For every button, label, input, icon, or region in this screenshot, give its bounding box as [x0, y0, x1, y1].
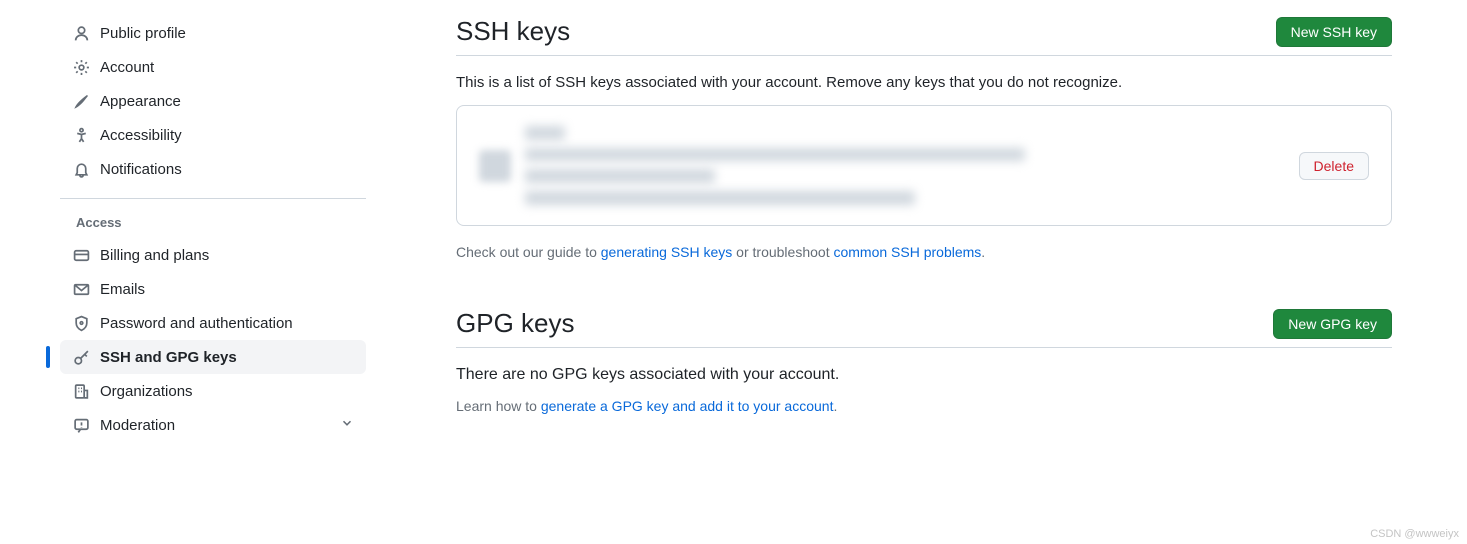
shield-lock-icon — [72, 314, 90, 332]
sidebar-item-label: Account — [100, 59, 354, 76]
gpg-empty-state: There are no GPG keys associated with yo… — [456, 366, 1392, 384]
report-icon — [72, 416, 90, 434]
organization-icon — [72, 382, 90, 400]
generate-gpg-key-link[interactable]: generate a GPG key and add it to your ac… — [541, 398, 834, 414]
person-icon — [72, 24, 90, 42]
delete-ssh-key-button[interactable]: Delete — [1299, 152, 1369, 180]
main-content: SSH keys New SSH key This is a list of S… — [386, 16, 1416, 462]
key-icon — [72, 348, 90, 366]
common-ssh-problems-link[interactable]: common SSH problems — [833, 244, 981, 260]
sidebar-item-appearance[interactable]: Appearance — [60, 84, 366, 118]
sidebar-item-label: Password and authentication — [100, 315, 354, 332]
sidebar-divider — [60, 198, 366, 199]
sidebar-item-label: Emails — [100, 281, 354, 298]
sidebar-item-label: Appearance — [100, 93, 354, 110]
sidebar-item-label: Organizations — [100, 383, 354, 400]
sidebar-item-password[interactable]: Password and authentication — [60, 306, 366, 340]
sidebar-item-notifications[interactable]: Notifications — [60, 152, 366, 186]
sidebar-item-billing[interactable]: Billing and plans — [60, 238, 366, 272]
ssh-key-details-redacted — [525, 126, 1285, 205]
sidebar-item-ssh-gpg-keys[interactable]: SSH and GPG keys — [60, 340, 366, 374]
ssh-keys-description: This is a list of SSH keys associated wi… — [456, 74, 1392, 91]
paintbrush-icon — [72, 92, 90, 110]
ssh-help-text: Check out our guide to generating SSH ke… — [456, 244, 1392, 260]
generating-ssh-keys-link[interactable]: generating SSH keys — [601, 244, 733, 260]
gear-icon — [72, 58, 90, 76]
ssh-keys-title: SSH keys — [456, 16, 570, 47]
sidebar-item-account[interactable]: Account — [60, 50, 366, 84]
sidebar-item-emails[interactable]: Emails — [60, 272, 366, 306]
ssh-section-header: SSH keys New SSH key — [456, 16, 1392, 56]
gpg-keys-title: GPG keys — [456, 308, 574, 339]
sidebar-item-label: Moderation — [100, 417, 330, 434]
gpg-help-text: Learn how to generate a GPG key and add … — [456, 398, 1392, 414]
sidebar-item-label: Accessibility — [100, 127, 354, 144]
new-gpg-key-button[interactable]: New GPG key — [1273, 309, 1392, 339]
key-glyph — [479, 150, 511, 182]
sidebar-item-label: Billing and plans — [100, 247, 354, 264]
mail-icon — [72, 280, 90, 298]
sidebar-item-label: Notifications — [100, 161, 354, 178]
sidebar-item-moderation[interactable]: Moderation — [60, 408, 366, 442]
credit-card-icon — [72, 246, 90, 264]
sidebar-item-accessibility[interactable]: Accessibility — [60, 118, 366, 152]
ssh-key-item: Delete — [456, 105, 1392, 226]
sidebar-item-organizations[interactable]: Organizations — [60, 374, 366, 408]
accessibility-icon — [72, 126, 90, 144]
gpg-section-header: GPG keys New GPG key — [456, 308, 1392, 348]
sidebar-item-public-profile[interactable]: Public profile — [60, 16, 366, 50]
new-ssh-key-button[interactable]: New SSH key — [1276, 17, 1392, 47]
watermark: CSDN @wwweiyx — [1370, 528, 1459, 540]
sidebar-group-access: Access — [60, 207, 366, 238]
chevron-down-icon — [340, 416, 354, 434]
bell-icon — [72, 160, 90, 178]
sidebar-item-label: Public profile — [100, 25, 354, 42]
settings-sidebar: Public profile Account Appearance Access… — [0, 16, 386, 462]
sidebar-item-label: SSH and GPG keys — [100, 349, 354, 366]
